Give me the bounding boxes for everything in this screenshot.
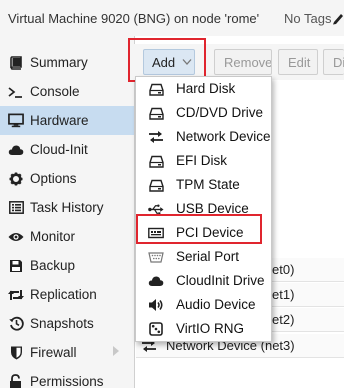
sidebar-item-console[interactable]: Console [0, 77, 134, 106]
pencil-icon[interactable] [332, 11, 344, 25]
hdd-icon [148, 81, 164, 97]
sidebar-item-snapshots[interactable]: Snapshots [0, 309, 134, 338]
menu-item-label: Network Device [176, 129, 271, 144]
volume-icon [148, 297, 164, 313]
menu-item-label: PCI Device [176, 225, 244, 240]
menu-item-label: EFI Disk [176, 153, 228, 168]
menu-item-label: TPM State [176, 177, 240, 192]
menu-item-serial-port[interactable]: Serial Port [136, 245, 271, 269]
gear-icon [8, 171, 24, 187]
row-text: et2) [272, 312, 295, 327]
sidebar: Summary Console Hardware Cloud-Init Opti… [0, 44, 134, 388]
sidebar-item-options[interactable]: Options [0, 164, 134, 193]
menu-item-tpm-state[interactable]: TPM State [136, 173, 271, 197]
dice-icon [148, 321, 164, 337]
sidebar-item-task-history[interactable]: Task History [0, 193, 134, 222]
menu-item-label: CloudInit Drive [176, 273, 265, 288]
unlock-icon [8, 374, 24, 388]
book-icon [8, 55, 24, 71]
menu-item-usb-device[interactable]: USB Device [136, 197, 271, 221]
cdrom-icon [148, 105, 164, 121]
sidebar-item-label: Console [30, 84, 80, 99]
page-title: Virtual Machine 9020 (BNG) on node 'rome… [8, 11, 260, 26]
sidebar-item-label: Backup [30, 258, 76, 273]
edit-button[interactable]: Edit [278, 49, 318, 75]
chevron-down-icon [182, 59, 192, 65]
terminal-icon [8, 84, 24, 100]
cloud-icon [8, 142, 24, 158]
serial-port-icon [148, 249, 164, 265]
add-button-label: Add [152, 54, 176, 70]
tags-label[interactable]: No Tags [284, 11, 331, 26]
sidebar-item-label: Task History [30, 200, 104, 215]
history-icon [8, 316, 24, 332]
sidebar-item-monitor[interactable]: Monitor [0, 222, 134, 251]
eye-icon [8, 229, 24, 245]
sidebar-item-label: Summary [30, 55, 88, 70]
shield-icon [8, 345, 24, 361]
sidebar-item-permissions[interactable]: Permissions [0, 367, 134, 388]
network-icon [148, 129, 164, 145]
sidebar-item-hardware[interactable]: Hardware [0, 106, 134, 135]
menu-item-label: Serial Port [176, 249, 240, 264]
menu-item-label: VirtIO RNG [176, 321, 245, 336]
sidebar-item-label: Monitor [30, 229, 76, 244]
sidebar-item-label: Firewall [30, 345, 77, 360]
remove-button[interactable]: Remove [214, 49, 272, 75]
sidebar-item-label: Replication [30, 287, 97, 302]
desktop-icon [8, 113, 24, 129]
menu-item-virtio-rng[interactable]: VirtIO RNG [136, 317, 271, 341]
row-text: et0) [272, 262, 295, 277]
menu-item-label: Hard Disk [176, 81, 236, 96]
retweet-icon [8, 287, 24, 303]
cloud-icon [148, 273, 164, 289]
sidebar-item-label: Hardware [30, 113, 89, 128]
sidebar-item-cloud-init[interactable]: Cloud-Init [0, 135, 134, 164]
usb-icon [148, 201, 164, 217]
expand-arrow-icon[interactable] [112, 346, 120, 356]
floppy-icon [8, 258, 24, 274]
menu-item-audio-device[interactable]: Audio Device [136, 293, 271, 317]
hdd-icon [148, 177, 164, 193]
sidebar-item-firewall[interactable]: Firewall [0, 338, 134, 367]
sidebar-item-summary[interactable]: Summary [0, 48, 134, 77]
menu-item-cloudinit-drive[interactable]: CloudInit Drive [136, 269, 271, 293]
add-button[interactable]: Add [143, 49, 195, 75]
sidebar-item-label: Permissions [30, 374, 104, 388]
detach-button[interactable]: Di [323, 49, 344, 75]
sidebar-item-label: Options [30, 171, 77, 186]
pci-card-icon [148, 225, 164, 241]
menu-item-cd-dvd-drive[interactable]: CD/DVD Drive [136, 101, 271, 125]
sidebar-item-replication[interactable]: Replication [0, 280, 134, 309]
menu-item-network-device[interactable]: Network Device [136, 125, 271, 149]
menu-item-label: Audio Device [176, 297, 256, 312]
row-text: et1) [272, 287, 295, 302]
sidebar-item-backup[interactable]: Backup [0, 251, 134, 280]
menu-item-label: USB Device [176, 201, 249, 216]
remove-button-label: Remove [224, 54, 272, 70]
title-bar: Virtual Machine 9020 (BNG) on node 'rome… [0, 0, 344, 36]
hdd-icon [148, 153, 164, 169]
sidebar-item-label: Cloud-Init [30, 142, 88, 157]
add-menu: Hard Disk CD/DVD Drive Network Device EF… [135, 76, 272, 342]
sidebar-item-label: Snapshots [30, 316, 94, 331]
menu-item-hard-disk[interactable]: Hard Disk [136, 77, 271, 101]
detach-button-label: Di [333, 54, 344, 70]
list-icon [8, 200, 24, 216]
menu-item-efi-disk[interactable]: EFI Disk [136, 149, 271, 173]
menu-item-label: CD/DVD Drive [176, 105, 264, 120]
menu-item-pci-device[interactable]: PCI Device [136, 221, 271, 245]
edit-button-label: Edit [288, 54, 311, 70]
